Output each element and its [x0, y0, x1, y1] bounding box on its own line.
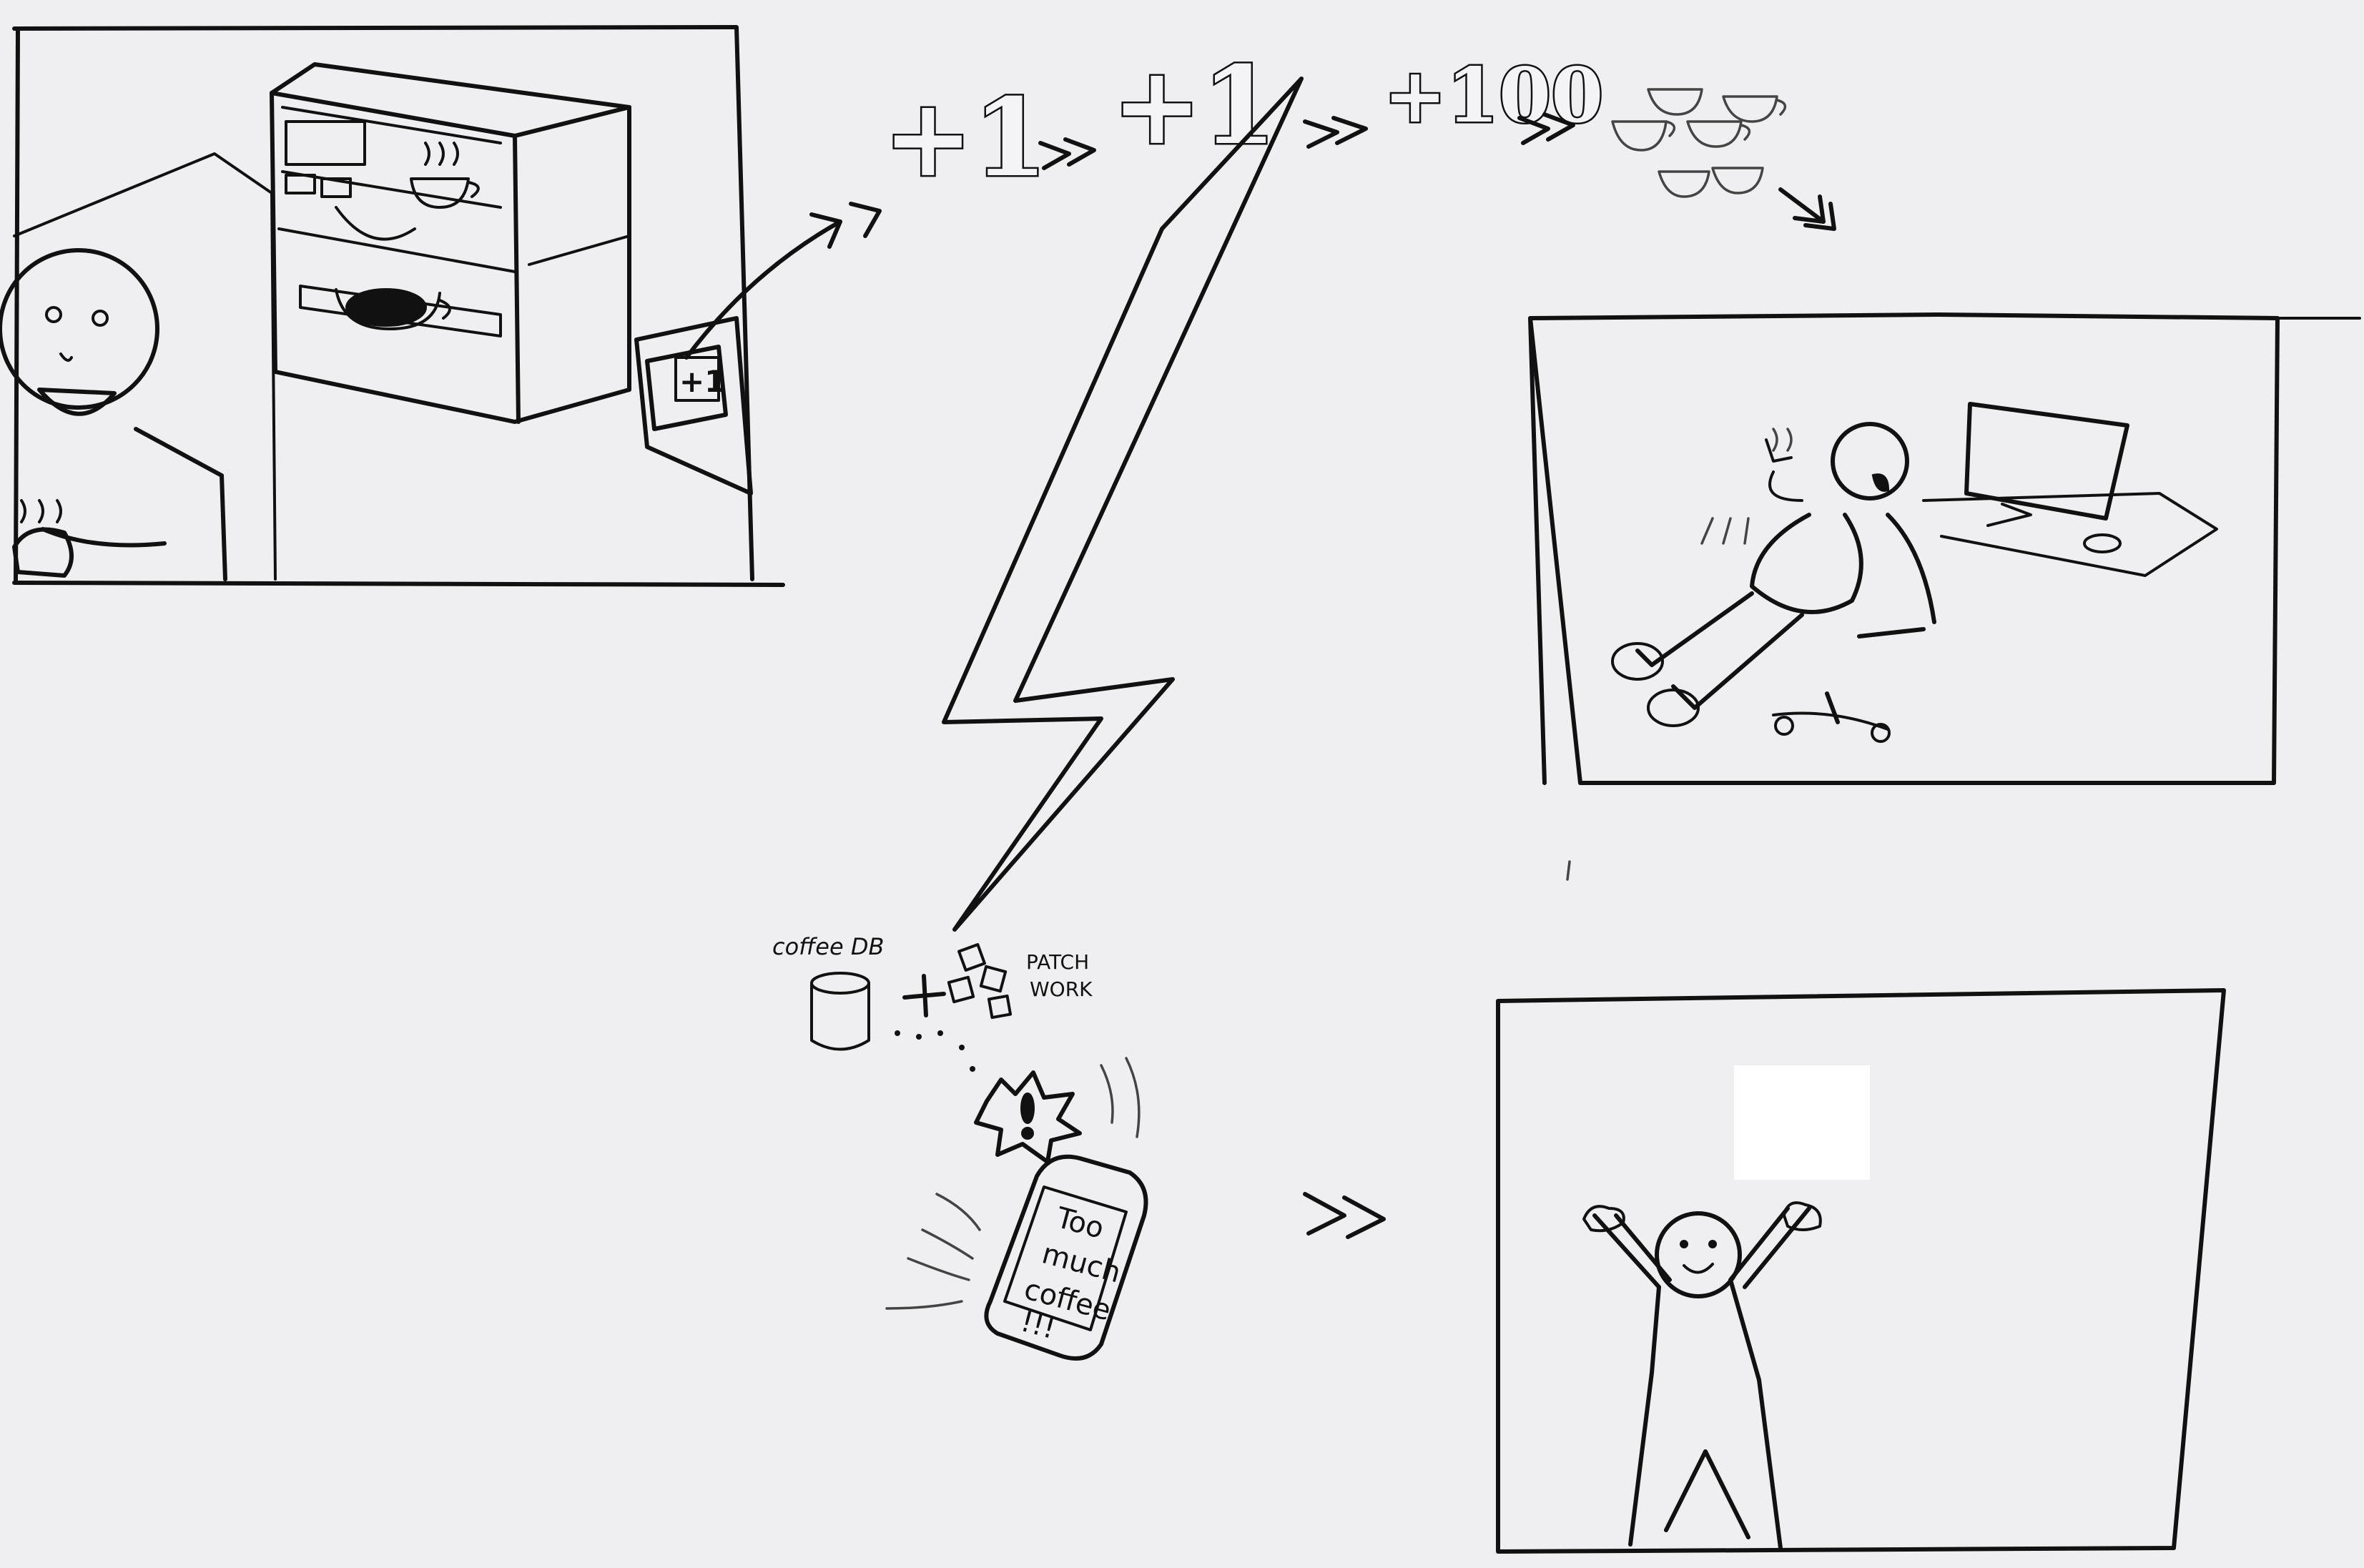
arrow-icon [684, 202, 882, 360]
coffee-machine [270, 62, 631, 424]
arrow-down-right-icon [1778, 187, 1836, 231]
dotted-trail [895, 1030, 975, 1072]
phone-notification: Too much coffee !!! [885, 1057, 1148, 1361]
phone-message-line1: Too [1052, 1201, 1107, 1246]
second-increment: +1 [1112, 43, 1276, 169]
patchwork-icon [947, 943, 1013, 1020]
plus-icon [902, 974, 946, 1017]
plus-one-button-label: +1 [679, 364, 725, 399]
lightning-bolt [942, 77, 1304, 932]
stressed-worker [1611, 422, 1909, 727]
coffee-mug-icon [335, 288, 451, 330]
double-chevron-icon [1303, 1192, 1386, 1239]
patchwork-label-line2: WORK [1030, 977, 1093, 1001]
smiling-person [0, 248, 227, 581]
coffee-db-group: coffee DB PATCH WORK [772, 933, 1093, 1072]
panel-overcaffeinated-worker [1528, 312, 2361, 785]
office-chair-icon [1772, 513, 1936, 743]
double-chevron-icon [1038, 137, 1096, 170]
first-increment: +1 [883, 75, 1048, 201]
coffee-cups-pile-icon [1611, 88, 1787, 198]
double-chevron-icon [1303, 116, 1368, 149]
blank-note [1734, 1065, 1870, 1180]
panel-coffee-machine: +1 [0, 25, 785, 587]
storyboard-sketch: +1 +1 +1 +100 coffee DB PATCH WORK Too m… [0, 25, 2361, 1554]
cheering-person [1582, 1201, 1822, 1550]
exclamation-burst-icon [974, 1070, 1082, 1164]
coffee-db-label: coffee DB [772, 933, 884, 960]
computer-monitor-icon [1922, 402, 2218, 577]
plus-one-sequence: +1 +1 +100 [882, 41, 1836, 231]
panel-happy-person [1496, 988, 2226, 1554]
plus-one-button: +1 [634, 316, 753, 495]
database-icon [810, 972, 870, 1051]
patchwork-label-line1: PATCH [1026, 950, 1089, 974]
stray-mark [1566, 860, 1571, 881]
